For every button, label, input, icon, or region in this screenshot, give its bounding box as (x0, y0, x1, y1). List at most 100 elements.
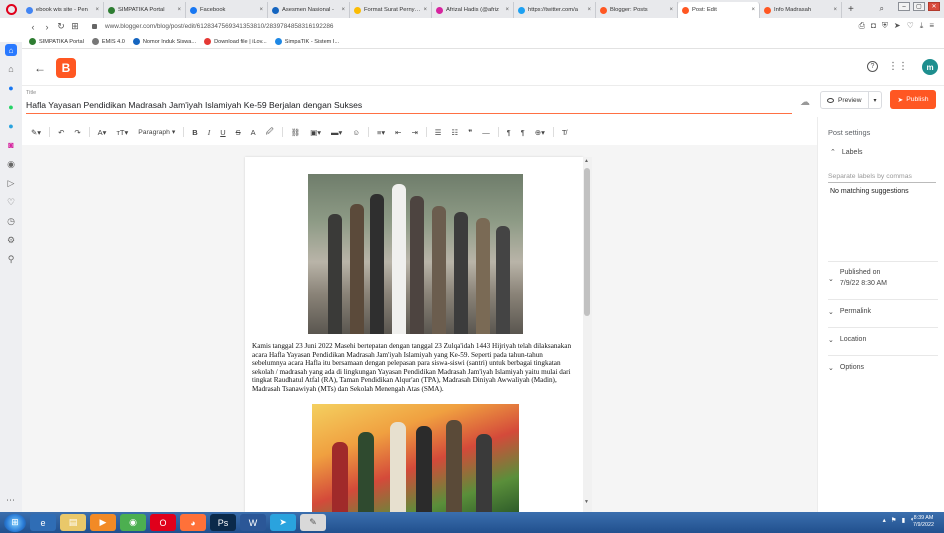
maximize-icon[interactable]: ▢ (913, 2, 925, 11)
word-taskbar-icon[interactable]: W (240, 514, 266, 531)
tab-close-icon[interactable]: × (505, 7, 509, 13)
home-icon[interactable]: ⌂ (5, 44, 17, 56)
rtl-icon[interactable]: ¶ (516, 128, 530, 137)
url-field[interactable]: www.blogger.com/blog/post/edit/612834756… (92, 23, 333, 30)
location-section[interactable]: ⌄ Location (828, 336, 938, 344)
insert-image-icon[interactable]: ▣▾ (305, 128, 326, 137)
camera-icon[interactable]: ◘ (871, 21, 876, 31)
bookmarks-heart-icon[interactable]: ♡ (5, 196, 17, 208)
bookmark-item[interactable]: EMIS 4.0 (91, 38, 125, 45)
avatar[interactable]: m (922, 59, 938, 75)
tab-close-icon[interactable]: × (833, 7, 837, 13)
labels-section-toggle[interactable]: ⌃ Labels (830, 148, 863, 157)
indent-more-icon[interactable]: ⇥ (406, 128, 422, 137)
paragraph-style-dropdown[interactable]: Paragraph ▾ (133, 128, 180, 136)
explorer-taskbar-icon[interactable]: ▤ (60, 514, 86, 531)
browser-tab[interactable]: ebook wis site - Pen × (22, 2, 104, 18)
tab-close-icon[interactable]: × (177, 7, 181, 13)
labels-input[interactable]: Separate labels by commas (828, 173, 936, 183)
menu-icon[interactable]: ≡ (929, 21, 934, 31)
undo-icon[interactable]: ↶ (53, 128, 69, 137)
tab-search-icon[interactable]: ⌕ (880, 4, 884, 14)
speed-dial-icon[interactable]: ⌂ (5, 63, 17, 75)
align-icon[interactable]: ≡▾ (372, 128, 390, 137)
ie-taskbar-icon[interactable]: e (30, 514, 56, 531)
italic-icon[interactable]: I (203, 128, 216, 137)
tab-grid-icon[interactable]: ⊞ (68, 21, 82, 32)
tray-flag-icon[interactable]: ⚑ (891, 516, 897, 524)
back-arrow-icon[interactable]: ← (34, 61, 46, 75)
permalink-section[interactable]: ⌄ Permalink (828, 308, 938, 316)
indent-less-icon[interactable]: ⇤ (390, 128, 406, 137)
browser-tab[interactable]: Post: Edit × (678, 2, 760, 18)
tab-close-icon[interactable]: × (423, 7, 427, 13)
post-title-text[interactable]: Hafla Yayasan Pendidikan Madrasah Jam'iy… (26, 100, 362, 110)
tab-close-icon[interactable]: × (587, 7, 591, 13)
bookmark-item[interactable]: SimpaTIK - Sistem I... (274, 38, 339, 45)
font-icon[interactable]: A▾ (93, 128, 112, 137)
scroll-up-icon[interactable]: ▲ (584, 158, 589, 164)
tab-close-icon[interactable]: × (95, 7, 99, 13)
browser-tab[interactable]: Format Surat Pernyata × (350, 2, 432, 18)
options-section[interactable]: ⌄ Options (828, 364, 938, 372)
sidebar-more-icon[interactable]: ⋯ (6, 495, 15, 506)
history-clock-icon[interactable]: ◷ (5, 215, 17, 227)
quote-icon[interactable]: ❞ (463, 128, 477, 137)
bookmark-item[interactable]: Nomor Induk Siswa... (132, 38, 196, 45)
preview-dropdown-icon[interactable]: ▾ (868, 92, 881, 108)
text-color-icon[interactable]: A (246, 128, 261, 137)
ltr-icon[interactable]: ¶ (502, 128, 516, 137)
browser-tab[interactable]: Asesmen Nasional - × (268, 2, 350, 18)
firefox-taskbar-icon[interactable]: ◕ (180, 514, 206, 531)
close-window-icon[interactable]: ✕ (928, 2, 940, 11)
post-image-award-ceremony[interactable] (312, 404, 519, 512)
send-sidebar-icon[interactable]: ▷ (5, 177, 17, 189)
tray-network-icon[interactable]: ▮ (902, 516, 906, 524)
numbered-list-icon[interactable]: ☷ (446, 128, 463, 137)
photoshop-taskbar-icon[interactable]: Ps (210, 514, 236, 531)
tab-close-icon[interactable]: × (669, 7, 673, 13)
player-icon[interactable]: ◉ (5, 158, 17, 170)
scroll-down-icon[interactable]: ▼ (584, 499, 589, 505)
preview-button[interactable]: Preview ▾ (820, 91, 882, 109)
browser-tab[interactable]: Afrizal Hadis (@afriz × (432, 2, 514, 18)
chrome-taskbar-icon[interactable]: ◉ (120, 514, 146, 531)
browser-tab[interactable]: Info Madrasah × (760, 2, 842, 18)
minimize-icon[interactable]: – (898, 2, 910, 11)
post-body-text[interactable]: Kamis tanggal 23 Juni 2022 Masehi bertep… (252, 342, 579, 394)
tools-taskbar-icon[interactable]: ✎ (300, 514, 326, 531)
apps-grid-icon[interactable]: ⋮⋮ (888, 61, 908, 72)
publish-button[interactable]: ➤ Publish (890, 90, 936, 109)
redo-icon[interactable]: ↷ (69, 128, 85, 137)
blogger-logo-icon[interactable]: B (56, 57, 76, 78)
tab-close-icon[interactable]: × (751, 7, 755, 13)
tray-arrow-icon[interactable]: ▴ (883, 516, 886, 524)
new-tab-button[interactable]: + (842, 4, 860, 15)
emoji-icon[interactable]: ☺ (347, 128, 365, 137)
tab-close-icon[interactable]: × (259, 7, 263, 13)
settings-gear-icon[interactable]: ⚙ (5, 234, 17, 246)
strikethrough-icon[interactable]: S (231, 128, 246, 137)
highlight-icon[interactable]: 🖉 (261, 126, 279, 139)
jump-break-icon[interactable]: — (477, 128, 495, 137)
browser-tab[interactable]: Facebook × (186, 2, 268, 18)
whatsapp-icon[interactable]: ● (5, 101, 17, 113)
tab-close-icon[interactable]: × (341, 7, 345, 13)
bookmark-item[interactable]: Download file | iLov... (204, 38, 267, 45)
compose-view-icon[interactable]: ✎▾ (26, 128, 46, 137)
font-size-icon[interactable]: ᴛT▾ (111, 128, 133, 137)
browser-tab[interactable]: SIMPATIKA Portal × (104, 2, 186, 18)
reload-icon[interactable]: ↻ (54, 21, 68, 32)
underline-icon[interactable]: U (215, 128, 230, 137)
editor-document[interactable]: Kamis tanggal 23 Juni 2022 Masehi bertep… (245, 157, 583, 512)
bulleted-list-icon[interactable]: ☰ (430, 128, 447, 137)
insert-video-icon[interactable]: ▬▾ (326, 128, 347, 137)
tips-bulb-icon[interactable]: ⚲ (5, 253, 17, 265)
post-image-graduation-procession[interactable] (308, 174, 523, 334)
taskbar-clock[interactable]: 8:39 AM 7/9/2022 (913, 515, 934, 529)
back-nav-icon[interactable]: ‹ (26, 22, 40, 32)
telegram-icon[interactable]: ● (5, 120, 17, 132)
translate-icon[interactable]: ⊕▾ (530, 128, 550, 137)
heart-icon[interactable]: ♡ (907, 21, 914, 31)
media-player-taskbar-icon[interactable]: ▶ (90, 514, 116, 531)
